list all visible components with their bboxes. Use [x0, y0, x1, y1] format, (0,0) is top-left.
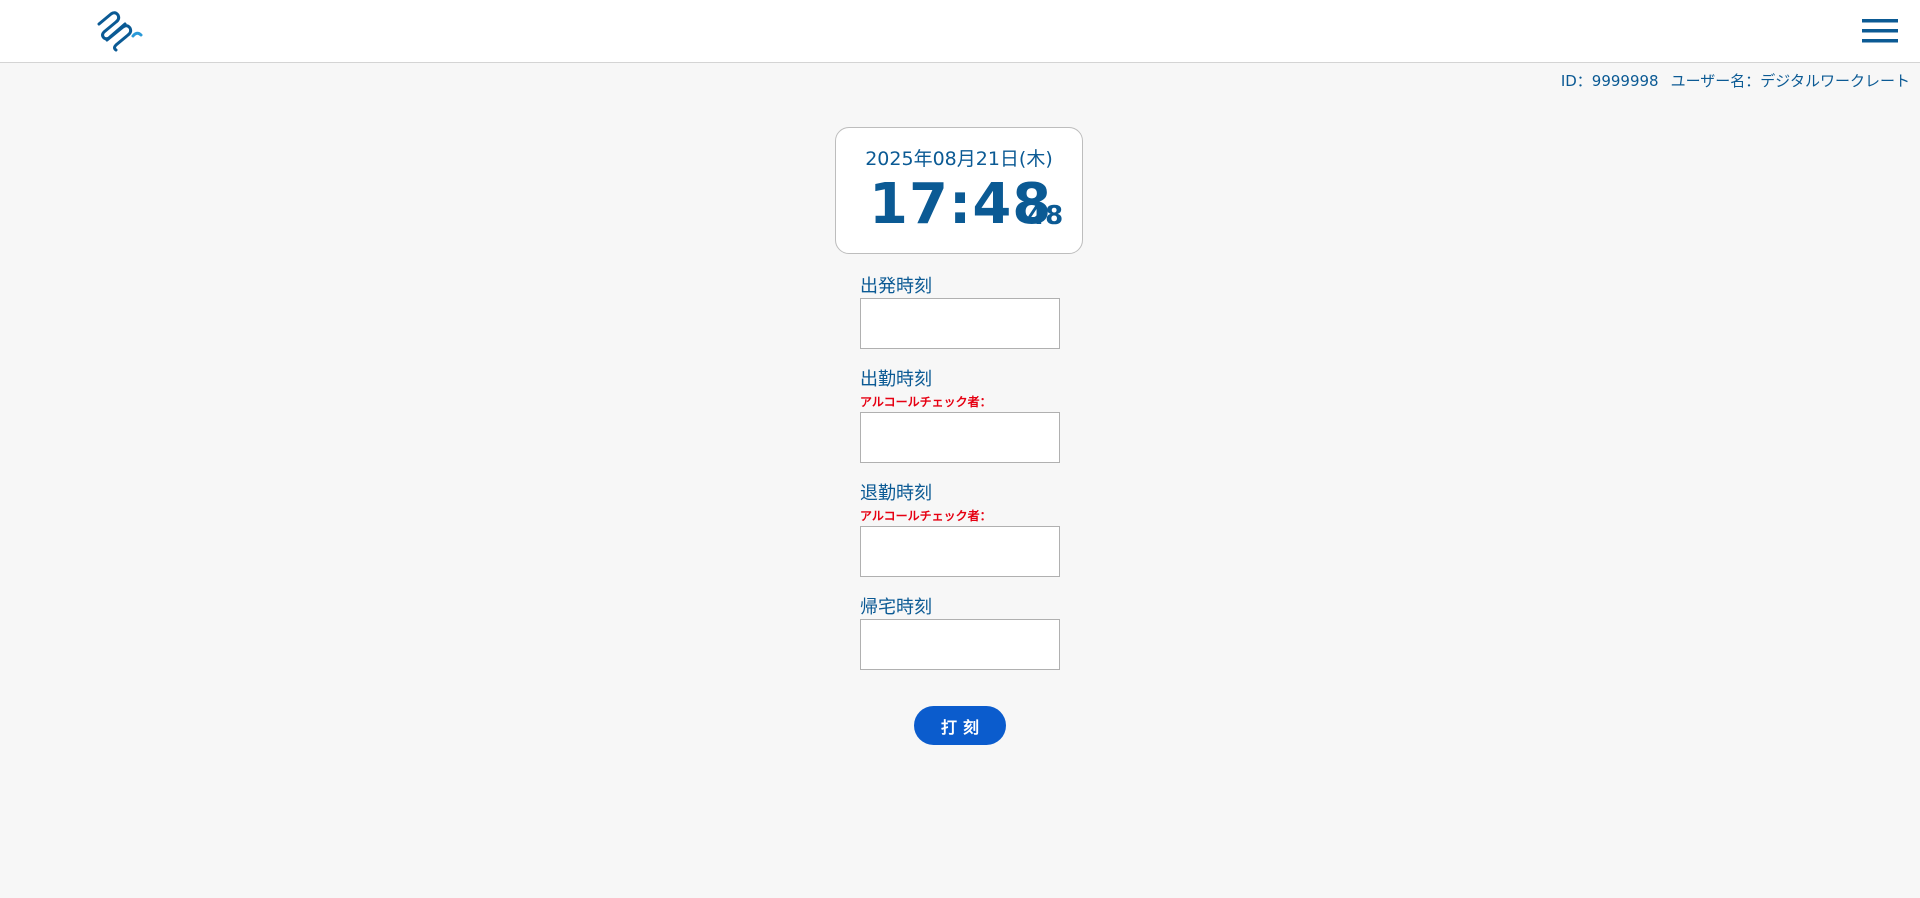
clock-in-time-label: 出勤時刻	[860, 369, 932, 390]
current-seconds: 48	[1027, 201, 1064, 231]
clock-out-alcohol-checker-note: アルコールチェック者：	[860, 509, 992, 523]
user-info: ID：9999998 ユーザー名：デジタルワークレート	[1561, 70, 1910, 91]
current-date: 2025年08月21日(木)	[865, 148, 1053, 170]
user-id: ID：9999998	[1560, 72, 1659, 90]
clock-out-time-input[interactable]	[860, 526, 1060, 577]
top-header	[0, 0, 1920, 63]
clock-in-time-input[interactable]	[860, 412, 1060, 463]
user-name: ユーザー名：デジタルワークレート	[1670, 72, 1910, 90]
return-home-time-label: 帰宅時刻	[860, 597, 932, 618]
clock-out-time-label: 退勤時刻	[860, 483, 932, 504]
departure-time-label: 出発時刻	[860, 276, 932, 297]
departure-time-input[interactable]	[860, 298, 1060, 349]
return-home-time-input[interactable]	[860, 619, 1060, 670]
current-time: 17:48	[869, 172, 1053, 237]
hamburger-menu-icon[interactable]	[1862, 16, 1900, 46]
paperclip-logo-icon[interactable]	[95, 10, 145, 52]
punch-button[interactable]: 打刻	[914, 706, 1006, 745]
clock-card: 2025年08月21日(木) 17:48 48	[835, 127, 1083, 254]
clock-in-alcohol-checker-note: アルコールチェック者：	[860, 395, 992, 409]
